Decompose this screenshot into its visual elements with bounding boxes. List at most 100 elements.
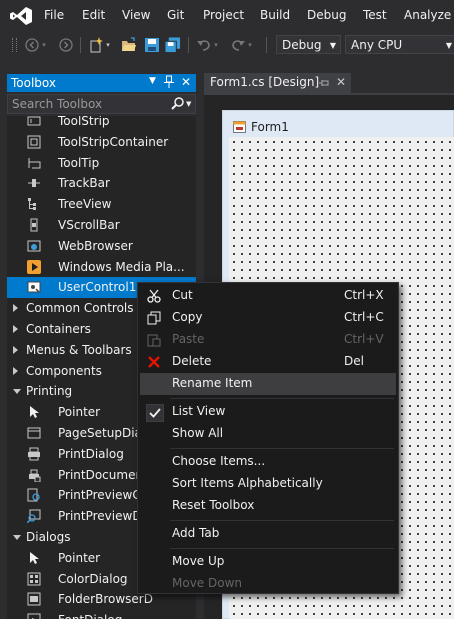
- back-icon[interactable]: [24, 37, 40, 53]
- new-project-icon[interactable]: [88, 37, 104, 53]
- toolbar-grip[interactable]: [12, 38, 17, 52]
- webbrowser-icon: [27, 239, 41, 253]
- menu-item-sort-items-alphabetically[interactable]: Sort Items Alphabetically: [140, 473, 396, 495]
- chevron-down-icon: ▼: [329, 41, 336, 50]
- solution-platform-dropdown[interactable]: Any CPU ▼: [345, 35, 454, 54]
- toolbox-category-label: Menus & Toolbars: [26, 342, 132, 357]
- delete-icon: [146, 354, 162, 370]
- menu-item-choose-items[interactable]: Choose Items...: [140, 451, 396, 473]
- printdialog-icon: [27, 447, 41, 461]
- toolbox-item[interactable]: VScrollBar: [7, 215, 196, 236]
- toolbox-item[interactable]: ToolStripContainer: [7, 132, 196, 153]
- toolbox-item[interactable]: TrackBar: [7, 173, 196, 194]
- save-icon[interactable]: [144, 37, 160, 53]
- usercontrol-icon: [27, 280, 41, 294]
- printdocument-icon: [27, 468, 41, 483]
- collapsed-arrow-icon[interactable]: [13, 304, 18, 313]
- toolbox-category-label: Printing: [26, 384, 73, 399]
- menu-item-paste[interactable]: Paste Ctrl+V: [140, 329, 396, 351]
- expanded-arrow-icon[interactable]: [13, 535, 21, 540]
- pointer-icon: [27, 551, 41, 565]
- collapsed-arrow-icon[interactable]: [13, 366, 18, 375]
- toolbox-item[interactable]: TreeView: [7, 194, 196, 215]
- redo-dropdown-icon[interactable]: ▾: [246, 37, 254, 53]
- menu-debug[interactable]: Debug: [307, 8, 346, 22]
- toolbox-item-label: Pointer: [58, 550, 101, 565]
- menu-item-list-view[interactable]: List View: [140, 401, 396, 423]
- toolstripcontainer-icon: [27, 135, 41, 149]
- search-options-dropdown-icon[interactable]: ▼: [186, 100, 191, 108]
- tab-form1-design[interactable]: Form1.cs [Design] ✕: [204, 73, 351, 93]
- toolbox-item-label: WebBrowser: [58, 238, 133, 253]
- back-dropdown-icon[interactable]: ▾: [40, 37, 48, 53]
- pagesetup-icon: [27, 426, 41, 440]
- toolbox-item[interactable]: Windows Media Pla...: [7, 257, 196, 278]
- menu-build[interactable]: Build: [260, 8, 290, 22]
- menu-item-delete[interactable]: Delete Del: [140, 351, 396, 373]
- redo-icon[interactable]: [230, 37, 246, 53]
- menu-test[interactable]: Test: [363, 8, 387, 22]
- undo-icon[interactable]: [196, 37, 212, 53]
- menu-project[interactable]: Project: [203, 8, 244, 22]
- checkmark-icon: [146, 404, 164, 422]
- toolbox-item-label: UserControl1: [58, 280, 137, 295]
- form-title: Form1: [251, 120, 289, 134]
- pin-icon[interactable]: [319, 77, 329, 91]
- pin-icon[interactable]: [164, 75, 174, 92]
- forward-icon[interactable]: [58, 37, 74, 53]
- trackbar-icon: [27, 176, 41, 190]
- menu-item-move-up[interactable]: Move Up: [140, 551, 396, 573]
- menu-separator: [170, 548, 394, 549]
- new-dropdown-icon[interactable]: ▾: [104, 37, 112, 53]
- tooltip-icon: [27, 156, 41, 170]
- menu-analyze[interactable]: Analyze: [404, 8, 451, 22]
- menu-item-label: Copy: [172, 310, 203, 324]
- printpreviewcontrol-icon: [27, 488, 41, 502]
- save-all-icon[interactable]: [165, 37, 181, 53]
- menu-item-rename-item[interactable]: Rename Item: [140, 373, 396, 395]
- open-file-icon[interactable]: [121, 37, 137, 53]
- menu-item-shortcut: Ctrl+V: [344, 332, 384, 346]
- toolbox-item[interactable]: WebBrowser: [7, 236, 196, 257]
- toolbar-separator: [80, 37, 81, 53]
- toolbox-title: Toolbox: [11, 76, 56, 90]
- paste-icon: [146, 332, 162, 348]
- menu-item-move-down[interactable]: Move Down: [140, 573, 396, 595]
- toolbox-search-box[interactable]: Search Toolbox ▼: [7, 94, 196, 114]
- menu-item-label: List View: [172, 404, 226, 418]
- menu-edit[interactable]: Edit: [82, 8, 105, 22]
- menu-item-label: Paste: [172, 332, 205, 346]
- collapsed-arrow-icon[interactable]: [13, 345, 18, 354]
- toolbox-item-label: ColorDialog: [58, 571, 128, 586]
- menu-item-label: Choose Items...: [172, 454, 266, 468]
- menu-item-label: Sort Items Alphabetically: [172, 476, 323, 490]
- solution-configuration-dropdown[interactable]: Debug ▼: [276, 35, 341, 54]
- menu-item-show-all[interactable]: Show All: [140, 423, 396, 445]
- menu-item-copy[interactable]: Copy Ctrl+C: [140, 307, 396, 329]
- menu-item-reset-toolbox[interactable]: Reset Toolbox: [140, 495, 396, 517]
- toolbox-item[interactable]: ToolStrip: [7, 116, 196, 132]
- menu-file[interactable]: File: [44, 8, 64, 22]
- search-input[interactable]: Search Toolbox: [12, 97, 102, 111]
- close-tab-icon[interactable]: ✕: [336, 75, 346, 89]
- window-position-dropdown-icon[interactable]: ▼: [149, 76, 156, 86]
- expanded-arrow-icon[interactable]: [13, 389, 21, 395]
- treeview-icon: [27, 197, 41, 211]
- chevron-down-icon: ▼: [445, 41, 452, 50]
- menu-view[interactable]: View: [122, 8, 150, 22]
- toolbox-item-label: ToolStrip: [58, 116, 110, 128]
- form-icon: [233, 121, 246, 136]
- menu-git[interactable]: Git: [167, 8, 184, 22]
- toolbox-category-label: Components: [26, 363, 102, 378]
- undo-dropdown-icon[interactable]: ▾: [212, 37, 220, 53]
- toolbox-item-label: PrintDialog: [58, 446, 124, 461]
- menu-item-add-tab[interactable]: Add Tab: [140, 523, 396, 545]
- collapsed-arrow-icon[interactable]: [13, 325, 18, 333]
- toolbox-item-label: FolderBrowserD: [58, 592, 153, 607]
- search-icon[interactable]: [171, 97, 184, 113]
- toolbox-item[interactable]: ToolTip: [7, 153, 196, 174]
- close-icon[interactable]: ✕: [181, 75, 191, 89]
- menu-item-cut[interactable]: Cut Ctrl+X: [140, 285, 396, 307]
- toolbox-item[interactable]: Aa FontDialog: [7, 610, 196, 619]
- menu-item-label: Move Down: [172, 576, 242, 590]
